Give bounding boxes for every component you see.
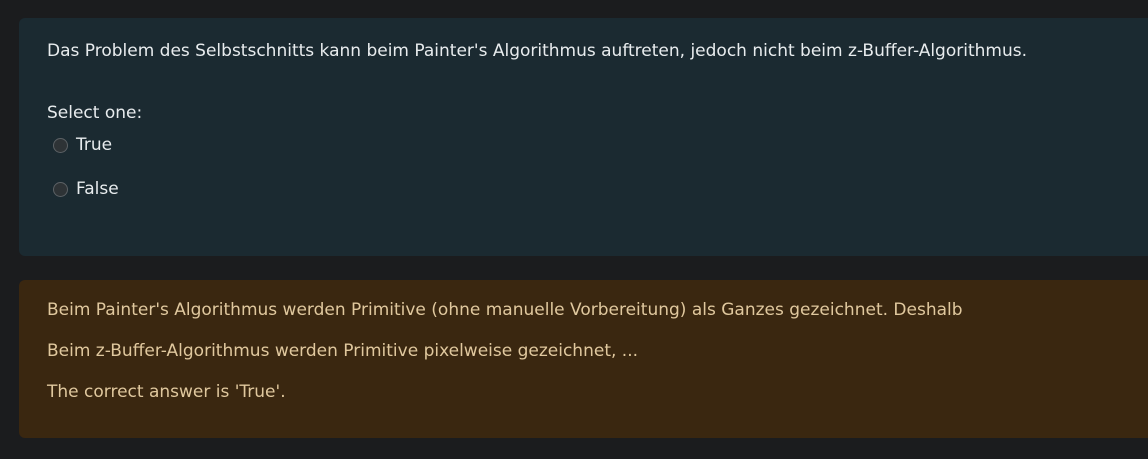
feedback-card: Beim Painter's Algorithmus werden Primit…: [19, 280, 1148, 438]
radio-true[interactable]: [53, 137, 68, 153]
correct-answer-text: The correct answer is 'True'.: [47, 382, 286, 402]
option-true[interactable]: True: [53, 131, 1148, 159]
option-false[interactable]: False: [53, 175, 1148, 203]
question-text: Das Problem des Selbstschnitts kann beim…: [47, 41, 1027, 61]
select-one-prompt: Select one:: [47, 103, 143, 123]
feedback-line-1: Beim Painter's Algorithmus werden Primit…: [47, 300, 963, 320]
radio-false[interactable]: [53, 181, 68, 197]
question-card: Das Problem des Selbstschnitts kann beim…: [19, 18, 1148, 256]
option-false-label[interactable]: False: [76, 179, 119, 199]
option-true-label[interactable]: True: [76, 135, 112, 155]
feedback-line-2: Beim z-Buffer-Algorithmus werden Primiti…: [47, 341, 638, 361]
